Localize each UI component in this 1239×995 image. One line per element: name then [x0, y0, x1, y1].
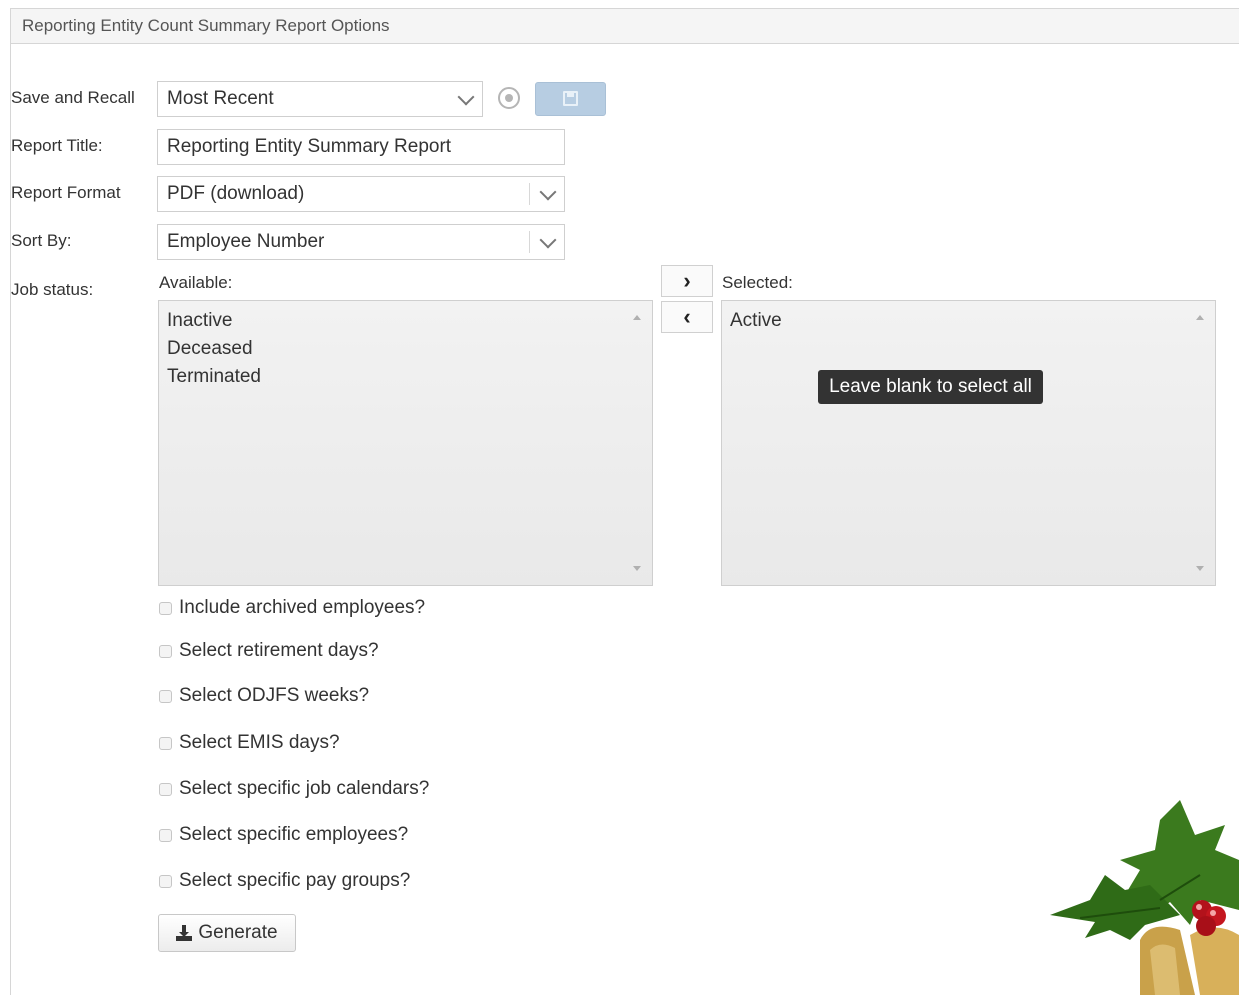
checkbox-label: Select specific employees?	[179, 824, 409, 845]
move-right-button[interactable]: ›	[661, 265, 713, 297]
download-icon	[176, 925, 193, 941]
chevron-left-icon: ‹	[683, 304, 691, 329]
chevron-down-icon	[539, 183, 557, 201]
chevron-down-icon	[539, 231, 557, 249]
checkbox-row[interactable]: Include archived employees?	[159, 597, 425, 619]
chevron-right-icon: ›	[683, 268, 691, 293]
checkbox-row[interactable]: Select specific employees?	[159, 824, 408, 846]
report-options-page: Reporting Entity Count Summary Report Op…	[0, 0, 1239, 995]
checkbox-label: Select specific pay groups?	[179, 870, 411, 891]
report-title-input[interactable]: Reporting Entity Summary Report	[157, 129, 565, 165]
list-item[interactable]: Terminated	[159, 363, 652, 391]
save-recall-value: Most Recent	[167, 88, 274, 109]
report-format-label: Report Format	[11, 183, 121, 202]
checkbox[interactable]	[159, 689, 172, 703]
floppy-disk-icon	[563, 91, 578, 106]
checkbox-label: Select ODJFS weeks?	[179, 685, 370, 706]
clear-icon[interactable]	[498, 87, 520, 109]
scroll-down-icon[interactable]	[633, 566, 641, 571]
checkbox[interactable]	[159, 874, 172, 888]
list-item[interactable]: Deceased	[159, 335, 652, 363]
checkbox-label: Select retirement days?	[179, 640, 379, 661]
panel-title: Reporting Entity Count Summary Report Op…	[10, 8, 1239, 44]
checkbox-label: Select EMIS days?	[179, 732, 340, 753]
chevron-down-icon	[457, 88, 475, 106]
move-left-button[interactable]: ‹	[661, 301, 713, 333]
checkbox[interactable]	[159, 601, 172, 615]
report-format-value: PDF (download)	[167, 183, 305, 204]
checkbox[interactable]	[159, 736, 172, 750]
generate-button[interactable]: Generate	[158, 914, 296, 952]
scroll-up-icon[interactable]	[633, 315, 641, 320]
report-format-select[interactable]: PDF (download)	[157, 176, 565, 212]
job-status-label: Job status:	[11, 280, 94, 299]
checkbox-row[interactable]: Select specific pay groups?	[159, 870, 410, 892]
scroll-up-icon[interactable]	[1196, 315, 1204, 320]
checkbox-row[interactable]: Select retirement days?	[159, 640, 379, 662]
checkbox[interactable]	[159, 644, 172, 658]
checkbox[interactable]	[159, 782, 172, 796]
save-recall-label: Save and Recall	[11, 88, 135, 107]
checkbox-row[interactable]: Select ODJFS weeks?	[159, 685, 369, 707]
checkbox-row[interactable]: Select specific job calendars?	[159, 778, 429, 800]
checkbox-row[interactable]: Select EMIS days?	[159, 732, 340, 754]
checkbox[interactable]	[159, 828, 172, 842]
scroll-down-icon[interactable]	[1196, 566, 1204, 571]
selected-label: Selected:	[722, 273, 793, 292]
sort-by-label: Sort By:	[11, 231, 72, 250]
selected-list[interactable]: Active	[721, 300, 1216, 586]
save-button[interactable]	[535, 82, 606, 116]
report-title-value: Reporting Entity Summary Report	[167, 136, 452, 157]
list-item[interactable]: Inactive	[159, 307, 652, 335]
checkbox-label: Select specific job calendars?	[179, 778, 430, 799]
sort-by-value: Employee Number	[167, 231, 325, 252]
list-item[interactable]: Active	[722, 307, 1215, 335]
available-label: Available:	[159, 273, 233, 292]
sort-by-select[interactable]: Employee Number	[157, 224, 565, 260]
available-list[interactable]: Inactive Deceased Terminated	[158, 300, 653, 586]
save-recall-select[interactable]: Most Recent	[157, 81, 483, 117]
checkbox-label: Include archived employees?	[179, 597, 426, 618]
generate-label: Generate	[198, 922, 278, 943]
report-title-label: Report Title:	[11, 136, 103, 155]
holly-bells-decoration	[1050, 800, 1239, 995]
tooltip: Leave blank to select all	[818, 370, 1043, 404]
